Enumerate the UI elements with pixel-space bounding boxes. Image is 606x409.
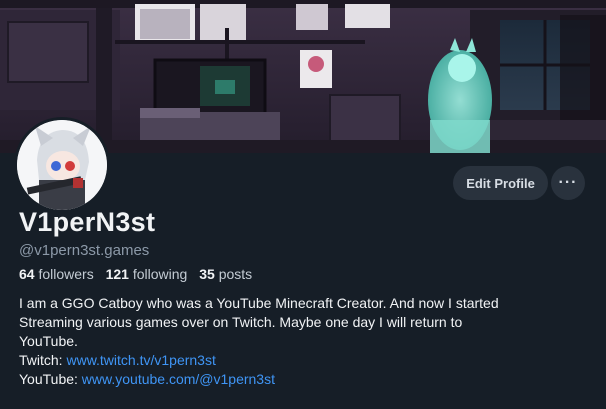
profile-stats: 64 followers 121 following 35 posts: [19, 266, 252, 282]
posts-stat: 35 posts: [199, 266, 252, 282]
bio-twitch-line: Twitch: www.twitch.tv/v1pern3st: [19, 351, 589, 370]
youtube-label: YouTube:: [19, 371, 82, 387]
edit-profile-button[interactable]: Edit Profile: [453, 166, 548, 200]
posts-label: posts: [218, 266, 253, 282]
bio-line-1: I am a GGO Catboy who was a YouTube Mine…: [19, 295, 499, 311]
bio-line-2: Streaming various games over on Twitch. …: [19, 314, 463, 330]
twitch-label: Twitch:: [19, 352, 67, 368]
avatar[interactable]: [14, 117, 110, 213]
twitch-link[interactable]: www.twitch.tv/v1pern3st: [66, 352, 215, 368]
followers-count: 64: [19, 266, 35, 282]
posts-count: 35: [199, 266, 215, 282]
profile-handle: @v1pern3st.games: [19, 242, 150, 259]
youtube-link[interactable]: www.youtube.com/@v1pern3st: [82, 371, 275, 387]
following-count: 121: [105, 266, 129, 282]
bio-youtube-line: YouTube: www.youtube.com/@v1pern3st: [19, 370, 589, 389]
followers-label: followers: [38, 266, 94, 282]
more-horizontal-icon: ···: [558, 174, 578, 191]
following-link[interactable]: 121 following: [106, 266, 188, 282]
avatar-illustration: [17, 120, 107, 210]
followers-link[interactable]: 64 followers: [19, 266, 94, 282]
display-name: V1perN3st: [19, 207, 156, 237]
more-options-button[interactable]: ···: [551, 166, 585, 200]
bio-line-3: YouTube.: [19, 333, 78, 349]
profile-bio: I am a GGO Catboy who was a YouTube Mine…: [19, 294, 589, 389]
following-label: following: [132, 266, 188, 282]
